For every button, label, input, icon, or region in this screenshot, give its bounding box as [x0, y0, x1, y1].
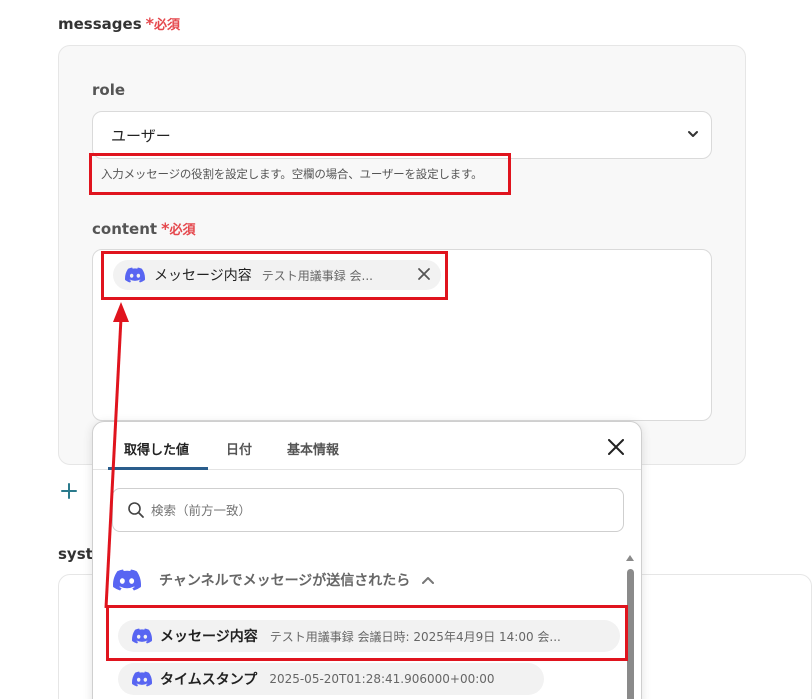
messages-label-text: messages — [58, 15, 142, 33]
required-badge: *必須 — [161, 219, 196, 238]
picker-tabs: 取得した値 日付 基本情報 — [93, 422, 641, 470]
variable-picker-popup: 取得した値 日付 基本情報 チャンネルでメッセージが送信されたら メッセージ内容 — [92, 421, 642, 699]
close-icon[interactable] — [417, 267, 431, 281]
chip-name: メッセージ内容 — [154, 268, 252, 284]
chip-preview: テスト用議事録 会... — [261, 268, 373, 283]
content-label-text: content — [92, 220, 158, 238]
content-label: content *必須 — [92, 219, 195, 238]
search-box — [112, 488, 624, 532]
item-name: メッセージ内容 — [160, 629, 258, 645]
system-label: syst — [58, 545, 93, 563]
role-hint-text: 入力メッセージの役割を設定します。空欄の場合、ユーザーを設定します。 — [101, 167, 483, 181]
messages-label: messages *必須 — [58, 14, 180, 33]
group-label: チャンネルでメッセージが送信されたら — [159, 573, 411, 589]
item-preview: 2025-05-20T01:28:41.906000+00:00 — [269, 672, 495, 686]
role-hint: 入力メッセージの役割を設定します。空欄の場合、ユーザーを設定します。 — [89, 153, 511, 195]
item-name: タイムスタンプ — [160, 672, 258, 688]
tab-date[interactable]: 日付 — [226, 439, 252, 458]
role-select-value: ユーザー — [111, 126, 171, 145]
close-icon[interactable] — [608, 439, 624, 455]
add-icon[interactable] — [61, 483, 77, 499]
active-tab-indicator — [108, 467, 208, 470]
list-item-timestamp[interactable]: タイムスタンプ 2025-05-20T01:28:41.906000+00:00 — [118, 663, 544, 695]
chevron-up-icon — [422, 577, 435, 584]
trigger-group-header[interactable]: チャンネルでメッセージが送信されたら — [113, 569, 435, 591]
search-icon — [128, 502, 144, 518]
scroll-up-arrow-icon[interactable] — [626, 555, 634, 561]
discord-icon — [113, 569, 141, 591]
required-badge: *必須 — [145, 14, 181, 33]
list-item-message-content[interactable]: メッセージ内容 テスト用議事録 会議日時: 2025年4月9日 14:00 会.… — [118, 620, 620, 652]
role-select[interactable]: ユーザー — [92, 111, 712, 159]
role-label: role — [92, 81, 126, 99]
chevron-down-icon — [688, 131, 698, 137]
tab-basic-info[interactable]: 基本情報 — [287, 439, 339, 458]
scrollbar-thumb[interactable] — [627, 569, 634, 699]
content-variable-chip[interactable]: メッセージ内容 テスト用議事録 会... — [113, 260, 441, 290]
discord-icon — [132, 671, 152, 687]
search-input[interactable] — [151, 502, 571, 518]
tab-acquired-values[interactable]: 取得した値 — [124, 439, 189, 458]
discord-icon — [132, 628, 152, 644]
item-preview: テスト用議事録 会議日時: 2025年4月9日 14:00 会... — [269, 629, 561, 644]
discord-icon — [125, 267, 145, 283]
